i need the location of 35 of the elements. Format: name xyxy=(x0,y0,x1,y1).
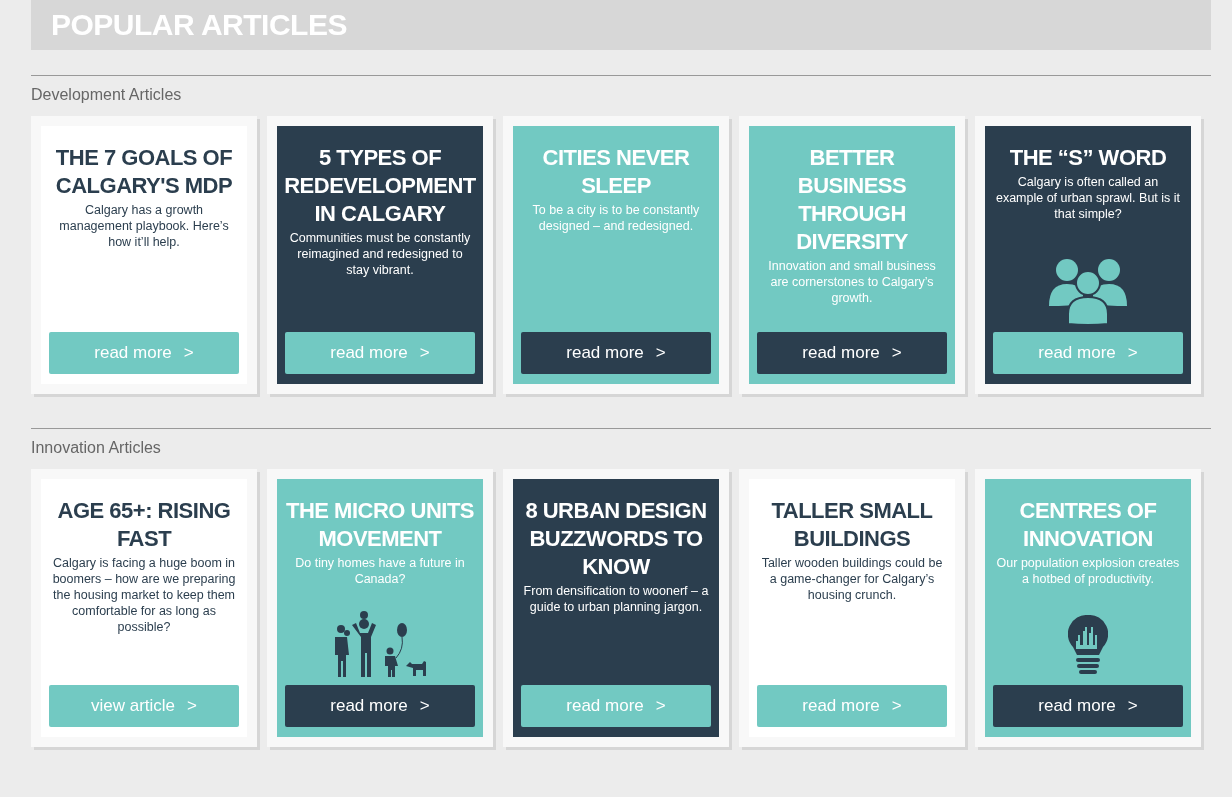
read-more-button[interactable]: read more > xyxy=(285,332,475,374)
read-more-button[interactable]: view article > xyxy=(49,685,239,727)
article-title: THE “S” WORD xyxy=(1009,144,1167,172)
read-more-button[interactable]: read more > xyxy=(993,332,1183,374)
article-summary: Do tiny homes have a future in Canada? xyxy=(294,555,466,587)
article-summary: Calgary is facing a huge boom in boomers – how are we preparing the housing market to keep them comfortable for as long as possible? xyxy=(51,555,237,635)
people-icon xyxy=(1049,258,1127,324)
article-title: CITIES NEVER SLEEP xyxy=(541,144,691,200)
article-title: THE 7 GOALS OF CALGARY'S MDP xyxy=(54,144,234,200)
read-more-button[interactable]: read more > xyxy=(757,685,947,727)
read-more-button[interactable]: read more > xyxy=(993,685,1183,727)
article-title: CENTRES OF INNOVATION xyxy=(1018,497,1158,553)
article-summary: Innovation and small business are cornerstones to Calgary’s growth. xyxy=(767,258,937,306)
article-summary: Our population explosion creates a hotbed of productivity. xyxy=(995,555,1181,587)
section-heading: Innovation Articles xyxy=(31,439,162,457)
section-heading: Development Articles xyxy=(31,86,183,104)
read-more-button[interactable]: read more > xyxy=(49,332,239,374)
article-summary: Taller wooden buildings could be a game-changer for Calgary’s housing crunch. xyxy=(760,555,944,603)
lightbulb-icon xyxy=(1068,615,1108,677)
article-summary: Communities must be constantly reimagined and redesigned to stay vibrant. xyxy=(288,230,472,278)
article-title: 8 URBAN DESIGN BUZZWORDS TO KNOW xyxy=(524,497,708,581)
article-summary: Calgary has a growth management playbook. Here’s how it’ll help. xyxy=(58,202,230,250)
family-icon xyxy=(332,611,428,677)
read-more-button[interactable]: read more > xyxy=(521,332,711,374)
read-more-button[interactable]: read more > xyxy=(521,685,711,727)
article-summary: From densification to woonerf – a guide to urban planning jargon. xyxy=(522,583,710,615)
read-more-button[interactable]: read more > xyxy=(757,332,947,374)
article-summary: Calgary is often called an example of urban sprawl. But is it that simple? xyxy=(994,174,1182,222)
article-title: BETTER BUSINESS THROUGH DIVERSITY xyxy=(795,144,909,256)
article-title: AGE 65+: RISING FAST xyxy=(56,497,232,553)
article-summary: To be a city is to be constantly designed – and redesigned. xyxy=(531,202,701,234)
article-title: TALLER SMALL BUILDINGS xyxy=(770,497,934,553)
article-title: 5 TYPES OF REDEVELOPMENT IN CALGARY xyxy=(283,144,477,228)
article-title: THE MICRO UNITS MOVEMENT xyxy=(284,497,476,553)
read-more-button[interactable]: read more > xyxy=(285,685,475,727)
